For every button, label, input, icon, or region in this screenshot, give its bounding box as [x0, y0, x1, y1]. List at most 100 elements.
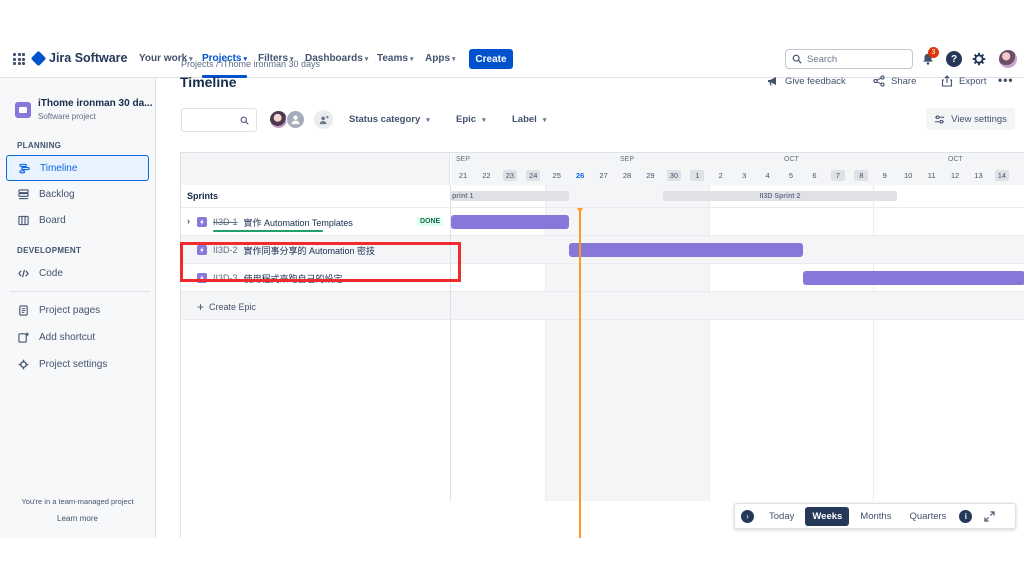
create-button[interactable]: Create — [469, 49, 513, 69]
top-navigation: Jira Software Your work ▾ Projects ▾ Filte… — [0, 40, 1024, 78]
chevron-down-icon: ▾ — [409, 55, 414, 63]
timeline-search-input[interactable] — [181, 108, 257, 132]
view-settings-label: View settings — [951, 113, 1007, 125]
day-label: 22 — [482, 171, 491, 180]
sidebar-item-label: Project settings — [39, 358, 108, 370]
chevron-down-icon: ▾ — [452, 55, 456, 63]
search-icon — [792, 54, 802, 64]
epic-key: II3D-1 — [213, 217, 238, 227]
notification-count-badge: 3 — [928, 47, 939, 58]
label-filter-label: Label — [512, 114, 537, 125]
share-icon — [873, 75, 885, 87]
zoom-today-button[interactable]: Today — [762, 507, 801, 526]
search-icon — [240, 116, 249, 125]
nav-apps-label: Apps — [425, 53, 450, 64]
nav-teams-label: Teams — [377, 53, 408, 64]
day-label: 23 — [502, 170, 517, 181]
label-dropdown[interactable]: Label ▾ — [512, 114, 546, 125]
sidebar-item-label: Backlog — [39, 188, 75, 200]
fullscreen-icon[interactable] — [984, 510, 996, 522]
export-button[interactable]: Export — [941, 75, 986, 87]
chevron-down-icon: ▾ — [482, 116, 486, 124]
month-label: SEP — [456, 156, 471, 163]
help-icon[interactable]: ? — [946, 51, 962, 67]
month-label: OCT — [948, 156, 963, 163]
epic-icon — [197, 217, 207, 227]
day-label: 24 — [526, 170, 541, 181]
search-field[interactable] — [785, 49, 913, 69]
create-epic-row[interactable]: + Create Epic — [181, 291, 1024, 319]
sidebar-item-project-settings[interactable]: Project settings — [6, 351, 149, 377]
chevron-down-icon: ▾ — [426, 116, 430, 124]
gear-icon — [972, 52, 986, 66]
add-person-icon — [319, 115, 329, 124]
day-label: 27 — [599, 171, 608, 180]
epic-row[interactable]: › II3D-1 實作 Automation Templates DONE — [181, 207, 1024, 235]
timeline-date-header: SEP SEP OCT OCT 21 22 23 24 25 26 27 28 29 30 1 2 3 4… — [451, 153, 1024, 185]
zoom-months-button[interactable]: Months — [853, 507, 898, 526]
epic-bar[interactable] — [803, 271, 1024, 285]
timeline-column-divider — [450, 185, 451, 501]
sprint-1-bar[interactable]: print 1 — [451, 191, 569, 201]
sidebar-item-project-pages[interactable]: Project pages — [6, 297, 149, 323]
zoom-weeks-button[interactable]: Weeks — [805, 506, 850, 526]
code-icon — [18, 269, 29, 277]
epic-bar[interactable] — [569, 243, 803, 257]
breadcrumb[interactable]: Projects / iThome ironman 30 days — [181, 59, 320, 69]
export-label: Export — [959, 75, 987, 87]
chevron-down-icon: ▾ — [542, 116, 547, 124]
row-divider — [181, 319, 1024, 320]
timeline-zoom-control: › Today Weeks Months Quarters i — [734, 503, 1016, 529]
search-input[interactable] — [807, 53, 907, 65]
settings-button[interactable] — [971, 51, 987, 67]
unassigned-avatar-filter[interactable] — [286, 110, 305, 129]
sidebar-item-timeline[interactable]: Timeline — [6, 155, 149, 181]
sidebar-item-backlog[interactable]: Backlog — [6, 181, 149, 207]
development-section-label: DEVELOPMENT — [17, 246, 82, 255]
page-icon — [19, 304, 28, 316]
app-switcher-icon[interactable] — [13, 53, 25, 65]
learn-more-link[interactable]: Learn more — [0, 514, 155, 523]
give-feedback-button[interactable]: Give feedback — [767, 75, 846, 87]
sprint-2-bar[interactable]: II3D Sprint 2 — [663, 191, 897, 201]
team-managed-note: You're in a team-managed project — [21, 497, 134, 506]
product-logo[interactable]: Jira Software — [30, 50, 128, 66]
day-label: 5 — [788, 171, 794, 180]
share-button[interactable]: Share — [873, 75, 916, 87]
nav-apps[interactable]: Apps ▾ — [425, 53, 456, 64]
create-epic-button[interactable]: + Create Epic — [197, 300, 256, 314]
project-sidebar: iThome ironman 30 da... Software project… — [0, 78, 156, 538]
megaphone-icon — [768, 77, 776, 86]
add-people-button[interactable] — [314, 110, 333, 129]
day-label: 21 — [458, 171, 468, 180]
timeline-left-header — [181, 153, 450, 185]
share-label: Share — [891, 75, 917, 87]
epic-dropdown[interactable]: Epic ▾ — [456, 114, 486, 125]
sidebar-item-board[interactable]: Board — [6, 207, 149, 233]
nav-teams[interactable]: Teams ▾ — [377, 53, 413, 64]
more-actions-button[interactable]: ••• — [998, 73, 1014, 87]
user-avatar[interactable] — [999, 50, 1017, 68]
sidebar-item-code[interactable]: Code — [6, 260, 149, 286]
epic-label: Epic — [456, 114, 477, 125]
product-name: Jira Software — [49, 51, 128, 65]
day-label: 26 — [575, 171, 585, 180]
sidebar-item-label: Project pages — [39, 304, 101, 316]
plus-icon: + — [197, 300, 205, 314]
scroll-to-today-icon[interactable]: › — [741, 509, 754, 523]
sidebar-item-add-shortcut[interactable]: Add shortcut — [6, 324, 149, 350]
sidebar-item-label: Board — [39, 214, 66, 226]
day-label: 25 — [552, 171, 561, 180]
status-category-dropdown[interactable]: Status category ▾ — [349, 114, 430, 125]
zoom-quarters-button[interactable]: Quarters — [902, 507, 953, 526]
status-category-label: Status category — [349, 114, 421, 125]
info-icon[interactable]: i — [959, 509, 973, 523]
chevron-down-icon: ▾ — [364, 55, 369, 63]
day-label: 28 — [622, 171, 632, 180]
sliders-icon — [935, 114, 945, 124]
project-name[interactable]: iThome ironman 30 da... — [38, 98, 152, 109]
day-label: 29 — [646, 171, 655, 180]
epic-bar[interactable] — [451, 215, 569, 229]
view-settings-button[interactable]: View settings — [926, 108, 1015, 130]
day-label: 13 — [974, 171, 983, 180]
